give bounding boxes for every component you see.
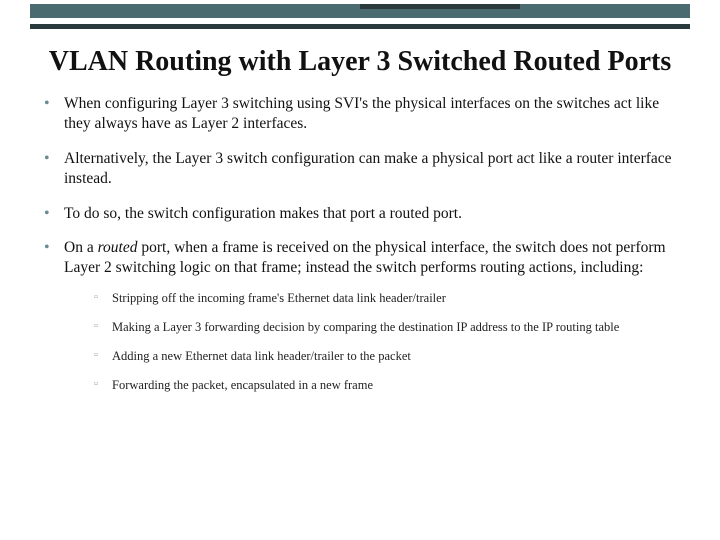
sub-bullet-item: Stripping off the incoming frame's Ether… bbox=[94, 290, 678, 306]
sub-bullet-item: Adding a new Ethernet data link header/t… bbox=[94, 348, 678, 364]
bullet-text-pre: On a bbox=[64, 239, 98, 256]
bullet-text-em: routed bbox=[98, 239, 138, 256]
accent-bar-dark bbox=[360, 4, 520, 9]
bullet-text-post: port, when a frame is received on the ph… bbox=[64, 239, 666, 276]
accent-underline bbox=[30, 24, 690, 29]
bullet-item: To do so, the switch configuration makes… bbox=[42, 204, 678, 224]
slide-title: VLAN Routing with Layer 3 Switched Route… bbox=[40, 46, 680, 78]
sub-bullet-list: Stripping off the incoming frame's Ether… bbox=[94, 290, 678, 393]
bullet-item: On a routed port, when a frame is receiv… bbox=[42, 238, 678, 393]
bullet-item: Alternatively, the Layer 3 switch config… bbox=[42, 149, 678, 189]
bullet-list: When configuring Layer 3 switching using… bbox=[42, 94, 678, 393]
sub-bullet-item: Forwarding the packet, encapsulated in a… bbox=[94, 377, 678, 393]
bullet-item: When configuring Layer 3 switching using… bbox=[42, 94, 678, 134]
decorative-top-bar bbox=[0, 0, 720, 38]
slide: VLAN Routing with Layer 3 Switched Route… bbox=[0, 0, 720, 540]
sub-bullet-item: Making a Layer 3 forwarding decision by … bbox=[94, 319, 678, 335]
